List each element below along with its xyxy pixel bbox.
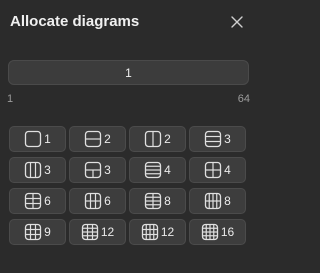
layout-option-button[interactable]: 16 (189, 219, 246, 245)
diagram-count-value: 1 (125, 65, 132, 80)
layout-option-count: 6 (44, 194, 51, 208)
layout-option-count: 3 (224, 132, 231, 146)
layout-option-button[interactable]: 6 (69, 188, 126, 214)
layout-option-button[interactable]: 8 (129, 188, 186, 214)
layout-option-count: 2 (104, 132, 111, 146)
layout-option-count: 3 (44, 163, 51, 177)
layout-2x4-icon (145, 192, 162, 210)
layout-1-top-2-bottom-icon (85, 161, 102, 179)
layout-2-rows-icon (85, 130, 102, 148)
layout-option-button[interactable]: 3 (69, 157, 126, 183)
layout-single-icon (25, 130, 42, 148)
layout-option-count: 8 (224, 194, 231, 208)
layout-option-count: 9 (44, 225, 51, 239)
layout-2-cols-icon (145, 130, 162, 148)
layout-option-button[interactable]: 2 (69, 126, 126, 152)
layout-2x3-icon (25, 192, 42, 210)
layout-option-button[interactable]: 4 (189, 157, 246, 183)
layout-option-count: 8 (164, 194, 171, 208)
layout-option-button[interactable]: 1 (9, 126, 66, 152)
layout-option-button[interactable]: 2 (129, 126, 186, 152)
layout-3x4-icon (81, 223, 98, 241)
range-min-label: 1 (7, 93, 14, 105)
layout-option-count: 12 (160, 225, 175, 239)
layout-option-count: 2 (164, 132, 171, 146)
layout-4-rows-icon (145, 161, 162, 179)
layout-option-count: 6 (104, 194, 111, 208)
layout-option-count: 4 (224, 163, 231, 177)
layout-3x3-icon (25, 223, 42, 241)
layout-option-button[interactable]: 12 (129, 219, 186, 245)
layout-option-button[interactable]: 9 (9, 219, 66, 245)
layout-option-count: 4 (164, 163, 171, 177)
layout-option-button[interactable]: 3 (9, 157, 66, 183)
layout-4x3-icon (141, 223, 158, 241)
layout-option-button[interactable]: 3 (189, 126, 246, 152)
layout-3x2-icon (85, 192, 102, 210)
layout-3-rows-icon (205, 130, 222, 148)
layout-option-button[interactable]: 8 (189, 188, 246, 214)
layout-option-button[interactable]: 4 (129, 157, 186, 183)
layout-3-cols-icon (25, 161, 42, 179)
range-max-label: 64 (237, 93, 250, 105)
dialog-header: Allocate diagrams (10, 12, 250, 34)
layout-option-button[interactable]: 12 (69, 219, 126, 245)
layout-4x4-icon (201, 223, 218, 241)
layout-option-count: 1 (44, 132, 51, 146)
layout-option-count: 12 (100, 225, 115, 239)
layout-option-count: 16 (220, 225, 235, 239)
layout-option-button[interactable]: 6 (9, 188, 66, 214)
layout-4x2-icon (205, 192, 222, 210)
layout-grid: 1 2 2 3 3 3 4 4 6 6 8 8 9 12 12 16 (9, 126, 246, 245)
layout-2x2-icon (205, 161, 222, 179)
dialog-title: Allocate diagrams (10, 13, 140, 30)
layout-option-count: 3 (104, 163, 111, 177)
close-icon[interactable] (230, 15, 244, 29)
diagram-count-input[interactable]: 1 (8, 60, 249, 85)
